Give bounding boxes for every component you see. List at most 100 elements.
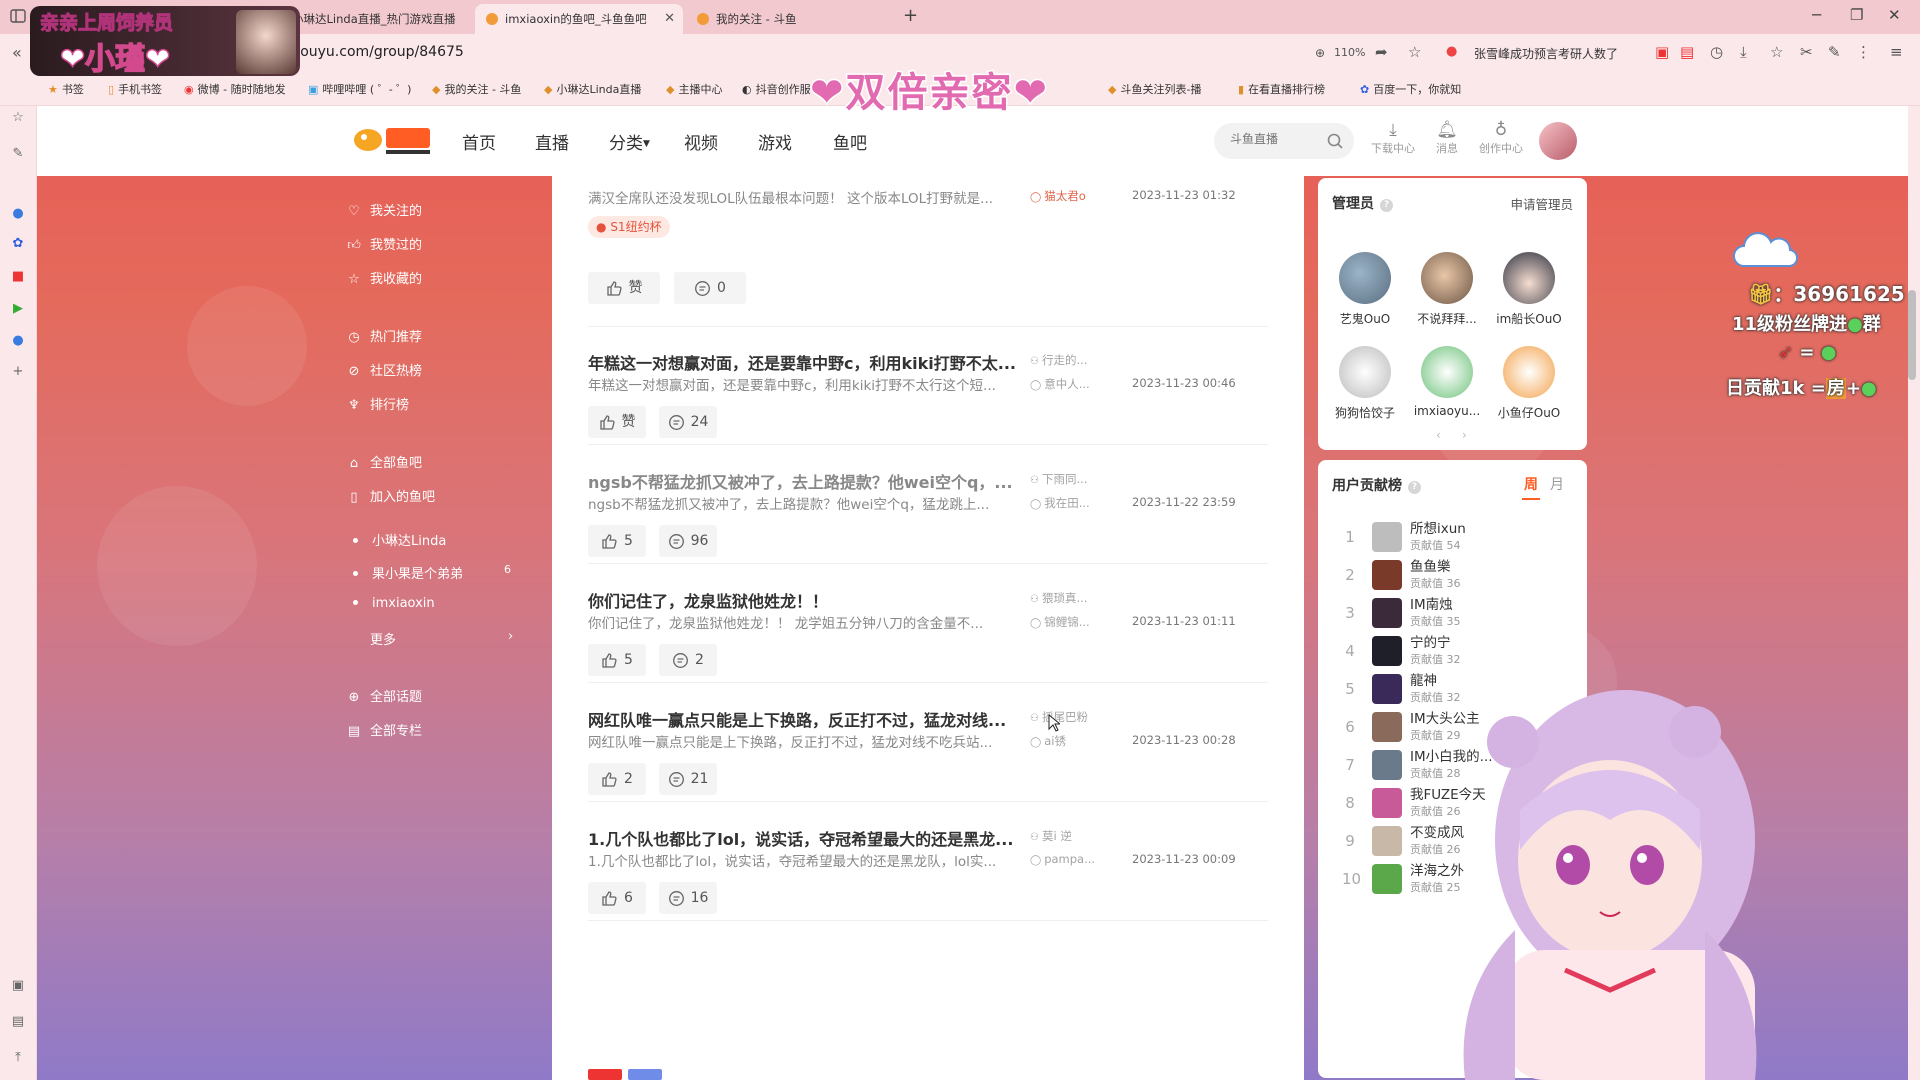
- post-author[interactable]: ◯ 猫太君o: [1030, 188, 1086, 204]
- menu-all-topics[interactable]: ⊕ 全部话题: [346, 686, 422, 706]
- menu-my-favorites[interactable]: ☆ 我收藏的: [346, 268, 422, 288]
- search-engine-icon[interactable]: ●: [1446, 44, 1457, 59]
- messages-button[interactable]: 🔔︎ 消息: [1420, 120, 1474, 156]
- post-replier[interactable]: ◯ 我在田...: [1030, 495, 1090, 511]
- bookmark-item[interactable]: ◆ 主播中心: [666, 81, 722, 97]
- app-icon[interactable]: ●: [10, 206, 26, 222]
- admin-user[interactable]: imxiaoyu...: [1409, 346, 1485, 418]
- scrollbar-thumb[interactable]: [1908, 290, 1916, 380]
- douyu-logo[interactable]: [352, 122, 434, 158]
- tab-yuba[interactable]: imxiaoxin的鱼吧_斗鱼鱼吧 ✕: [475, 4, 683, 34]
- post-replier[interactable]: ◯ pampa...: [1030, 852, 1095, 866]
- bookmark-item[interactable]: ✿ 百度一下，你就知: [1360, 81, 1461, 97]
- app-icon[interactable]: ●: [10, 333, 26, 349]
- menu-icon[interactable]: ≡: [1890, 43, 1903, 61]
- post-replier[interactable]: ◯ 意中人...: [1030, 376, 1090, 392]
- nav-video[interactable]: 视频: [684, 129, 718, 154]
- rank-user-name[interactable]: 宁的宁: [1410, 631, 1451, 651]
- bookmark-item[interactable]: ◆ 我的关注 - 斗鱼: [432, 81, 521, 97]
- history-icon[interactable]: ◷: [1710, 43, 1723, 61]
- nav-live[interactable]: 直播: [535, 129, 569, 154]
- rank-user-name[interactable]: 所想ixun: [1410, 517, 1466, 537]
- admin-user[interactable]: 艺鬼OuO: [1327, 252, 1403, 327]
- chevron-right-icon[interactable]: ›: [1462, 428, 1467, 442]
- menu-ranking[interactable]: ♆ 排行榜: [346, 394, 409, 414]
- admin-user[interactable]: 狗狗恰饺子: [1327, 346, 1403, 421]
- page-scrollbar[interactable]: [1906, 120, 1916, 1080]
- bookmark-item[interactable]: ★ 书签: [48, 81, 84, 97]
- post-author[interactable]: ⚇ 猥琐真...: [1030, 590, 1087, 606]
- ranking-row[interactable]: 3 IM南烛 贡献值 35: [1332, 592, 1570, 632]
- like-button[interactable]: 5: [588, 644, 646, 676]
- like-button[interactable]: 2: [588, 763, 646, 795]
- close-window-icon[interactable]: ✕: [1888, 6, 1901, 24]
- comment-button[interactable]: 16: [659, 882, 717, 914]
- post-author[interactable]: ⚇ 莫i 逆: [1030, 828, 1072, 844]
- menu-all-columns[interactable]: ▤ 全部专栏: [346, 720, 422, 740]
- rank-user-name[interactable]: 龍神: [1410, 669, 1437, 689]
- comment-button[interactable]: 96: [659, 525, 717, 557]
- nav-home[interactable]: 首页: [462, 129, 496, 154]
- collapse-sidebar-icon[interactable]: «: [12, 43, 22, 62]
- rank-user-name[interactable]: IM南烛: [1410, 593, 1453, 613]
- admin-user[interactable]: 不说拜拜...: [1409, 252, 1485, 327]
- bookmark-item[interactable]: ◆ 小琳达Linda直播: [544, 81, 641, 97]
- comment-button[interactable]: 2: [659, 644, 717, 676]
- extension-icon[interactable]: ▣: [1655, 43, 1669, 61]
- window-icon[interactable]: ▤: [10, 1014, 26, 1030]
- ranking-row[interactable]: 4 宁的宁 贡献值 32: [1332, 630, 1570, 670]
- post-tag[interactable]: ● S1纽约杯: [588, 216, 670, 238]
- nav-category[interactable]: 分类▼: [609, 129, 650, 154]
- download-icon[interactable]: ⤓: [1740, 43, 1747, 61]
- menu-more[interactable]: 更多 ›: [346, 629, 513, 649]
- nav-yuba[interactable]: 鱼吧: [833, 129, 867, 154]
- post-replier[interactable]: ◯ ai锈: [1030, 733, 1066, 749]
- post-author[interactable]: ⚇ 行走的...: [1030, 352, 1087, 368]
- sidebar-toggle-icon[interactable]: [10, 8, 26, 24]
- video-icon[interactable]: ▣: [10, 978, 26, 994]
- close-tab-icon[interactable]: ✕: [664, 4, 675, 34]
- post-title[interactable]: ngsb不帮猛龙抓又被冲了，去上路提款？他wei空个q，...: [588, 469, 1013, 493]
- comment-button[interactable]: 21: [659, 763, 717, 795]
- nav-game[interactable]: 游戏: [758, 129, 792, 154]
- pdf-icon[interactable]: ▤: [1680, 43, 1694, 61]
- pen-icon[interactable]: ✎: [1828, 43, 1841, 61]
- url-field[interactable]: n.douyu.com/group/84675: [278, 44, 464, 60]
- ranking-row[interactable]: 2 鱼鱼樂 贡献值 36: [1332, 554, 1570, 594]
- like-button[interactable]: 5: [588, 525, 646, 557]
- rank-user-name[interactable]: 鱼鱼樂: [1410, 555, 1451, 575]
- share-icon[interactable]: ➦: [1375, 43, 1388, 61]
- favorites-icon[interactable]: ☆: [1770, 43, 1783, 61]
- joined-yuba-item[interactable]: 小琳达Linda: [346, 530, 446, 550]
- search-suggestion[interactable]: 张雪峰成功预言考研人数了: [1474, 45, 1618, 62]
- tab-month[interactable]: 月: [1550, 474, 1564, 494]
- star-icon[interactable]: ☆: [1408, 43, 1421, 61]
- comment-button[interactable]: 0: [674, 272, 746, 304]
- menu-all-yuba[interactable]: ⌂ 全部鱼吧: [346, 452, 422, 472]
- apply-admin-link[interactable]: 申请管理员: [1510, 194, 1573, 213]
- bookmark-item[interactable]: ▮ 在看直播排行榜: [1238, 81, 1325, 97]
- ranking-row[interactable]: 1 所想ixun 贡献值 54: [1332, 516, 1570, 556]
- favorites-icon[interactable]: ☆: [10, 110, 26, 126]
- new-tab-button[interactable]: +: [903, 5, 918, 26]
- user-avatar[interactable]: [1539, 122, 1577, 160]
- tab-week[interactable]: 周: [1524, 474, 1538, 494]
- notes-icon[interactable]: ✎: [10, 146, 26, 162]
- zoom-level[interactable]: 110%: [1334, 46, 1365, 59]
- menu-joined-yuba[interactable]: ▯ 加入的鱼吧: [346, 486, 435, 506]
- bookmark-item[interactable]: ▯ 手机书签: [108, 81, 162, 97]
- post-replier[interactable]: ◯ 锦鲤锦...: [1030, 614, 1090, 630]
- creator-center-button[interactable]: ♁ 创作中心: [1474, 120, 1528, 156]
- admin-user[interactable]: im船长OuO: [1491, 252, 1567, 327]
- help-icon[interactable]: ?: [1408, 481, 1421, 494]
- like-button[interactable]: 赞: [588, 272, 660, 304]
- bookmark-item[interactable]: ▣ 哔哩哔哩 ( ゜- ゜): [308, 81, 411, 97]
- bookmark-item[interactable]: ◉ 微博 - 随时随地发: [184, 81, 286, 97]
- tools-icon[interactable]: ✂: [1800, 43, 1813, 61]
- pin-icon[interactable]: ⤒: [10, 1050, 26, 1066]
- joined-yuba-item[interactable]: 果小果是个弟弟 6: [346, 563, 511, 583]
- bookmark-item[interactable]: ◐ 抖音创作服: [742, 81, 811, 97]
- post-author[interactable]: ⚇ 下雨同...: [1030, 471, 1087, 487]
- post-title[interactable]: 你们记住了，龙泉监狱他姓龙！！: [588, 588, 828, 612]
- help-icon[interactable]: ?: [1380, 199, 1393, 212]
